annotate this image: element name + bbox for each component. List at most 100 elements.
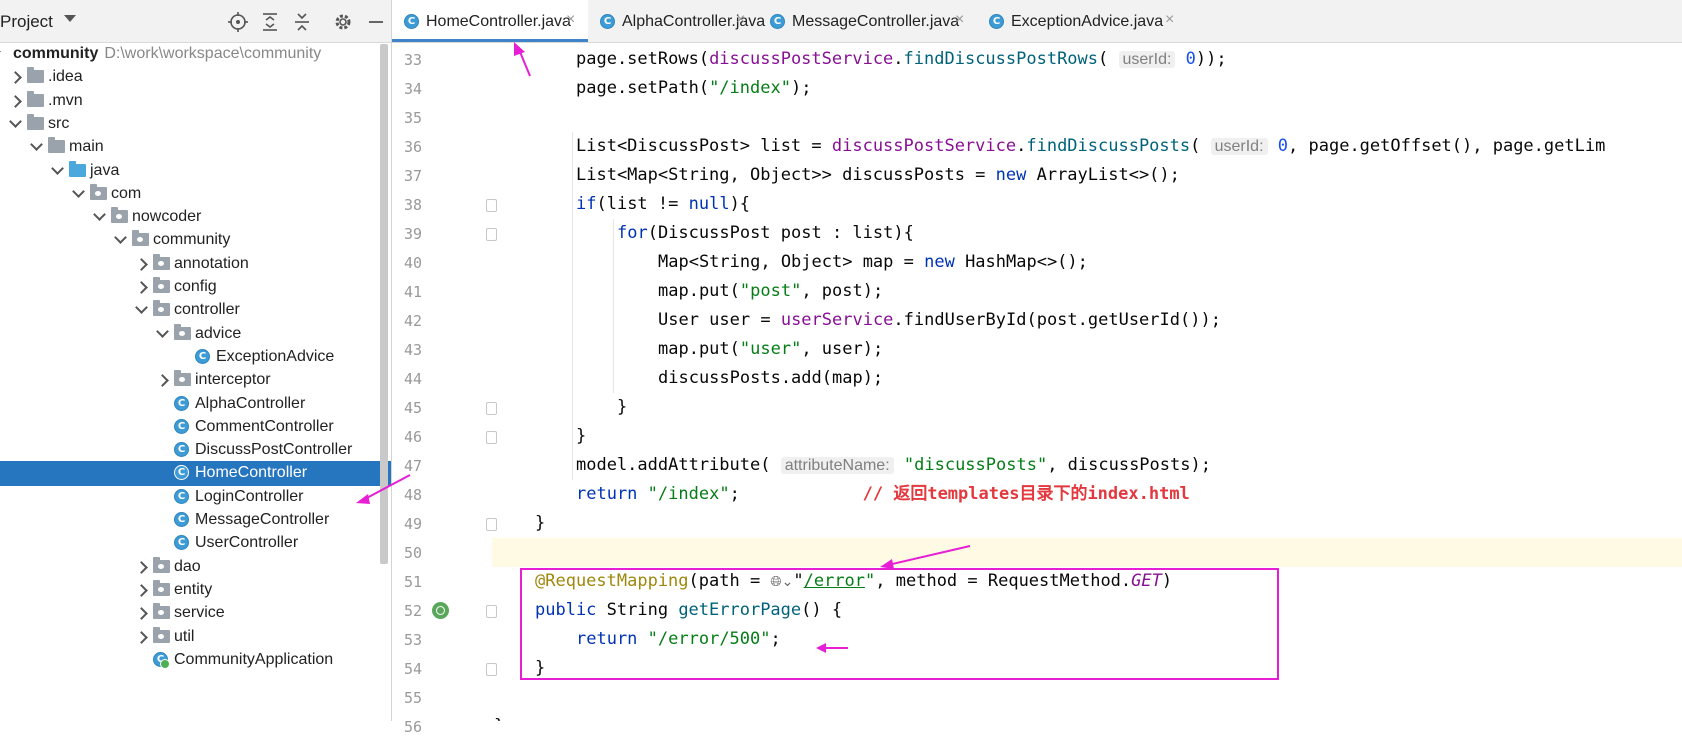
code-line[interactable]: User user = userService.findUserById(pos… <box>492 306 1682 335</box>
tree-item-path: D:\work\workspace\community <box>104 45 322 62</box>
close-icon[interactable]: × <box>1165 11 1174 29</box>
chevron-right-icon[interactable] <box>135 584 148 597</box>
gear-icon[interactable] <box>332 11 354 33</box>
tree-item[interactable]: C LoginController <box>0 485 391 510</box>
tree-item[interactable]: main <box>0 135 391 160</box>
code-line[interactable]: List<Map<String, Object>> discussPosts =… <box>492 161 1682 190</box>
tree-item[interactable]: C CommunityApplication <box>0 648 391 673</box>
tree-item[interactable]: src <box>0 112 391 137</box>
class-icon: C <box>600 14 615 29</box>
code-line[interactable]: for(DiscussPost post : list){ <box>492 219 1682 248</box>
code-line[interactable]: page.setRows(discussPostService.findDisc… <box>492 45 1682 74</box>
chevron-right-icon[interactable] <box>135 560 148 574</box>
tree-item[interactable]: service <box>0 601 391 626</box>
code-line[interactable]: if(list != null){ <box>492 190 1682 219</box>
chevron-down-icon[interactable] <box>135 301 148 315</box>
code-line[interactable]: } <box>492 422 1682 451</box>
code-line[interactable]: } <box>492 393 1682 422</box>
tree-item[interactable]: C ExceptionAdvice <box>0 345 391 370</box>
chevron-down-icon[interactable] <box>156 324 169 338</box>
code-line[interactable] <box>492 538 1682 567</box>
web-endpoint-icon[interactable] <box>432 602 449 619</box>
tree-item[interactable]: annotation <box>0 252 391 277</box>
tree-item-name: main <box>69 138 104 156</box>
editor-tab[interactable]: C MessageController.java × <box>758 0 977 42</box>
chevron-down-icon[interactable] <box>30 138 43 152</box>
tree-item[interactable]: community D:\work\workspace\community <box>0 42 391 67</box>
editor-gutter: 33 34 35 36 37 38 39 40 41 42 43 44 45 46 47 48 49 50 51 52… <box>392 43 497 736</box>
code-line[interactable]: map.put("post", post); <box>492 277 1682 306</box>
tree-item[interactable]: entity <box>0 578 391 603</box>
package-icon <box>111 207 128 224</box>
chevron-right-icon[interactable] <box>156 374 169 388</box>
code-line[interactable]: Map<String, Object> map = new HashMap<>(… <box>492 248 1682 277</box>
hide-icon[interactable] <box>365 11 387 33</box>
code-line[interactable]: discussPosts.add(map); <box>492 364 1682 393</box>
class-icon: C <box>174 442 189 458</box>
tree-item[interactable]: C UserController <box>0 531 391 556</box>
class-icon: C <box>174 418 189 434</box>
code-token: "post" <box>739 281 802 301</box>
expand-all-icon[interactable] <box>259 11 281 33</box>
tree-item-label: community <box>153 231 230 249</box>
editor-tab[interactable]: C HomeController.java × <box>392 0 588 42</box>
close-icon[interactable]: × <box>736 11 745 29</box>
chevron-right-icon[interactable] <box>135 607 148 621</box>
code-line[interactable]: List<DiscussPost> list = discussPostServ… <box>492 132 1682 161</box>
tree-item-label: UserController <box>195 534 298 552</box>
package-icon <box>153 603 170 620</box>
tree-item-name: DiscussPostController <box>195 441 353 459</box>
chevron-down-icon[interactable] <box>51 161 64 175</box>
tree-item[interactable]: com <box>0 182 391 207</box>
project-tree-scrollbar[interactable] <box>380 44 388 564</box>
code-token: HashMap<>(); <box>954 252 1088 272</box>
chevron-right-icon[interactable] <box>9 94 22 108</box>
code-line[interactable]: model.addAttribute( attributeName: "disc… <box>492 451 1682 480</box>
code-line[interactable]: map.put("user", user); <box>492 335 1682 364</box>
chevron-down-icon[interactable] <box>72 184 85 198</box>
tree-item[interactable]: C MessageController <box>0 508 391 533</box>
chevron-down-icon[interactable] <box>64 15 76 22</box>
tree-item[interactable]: C HomeController <box>0 461 391 487</box>
code-line[interactable]: } <box>492 509 1682 538</box>
package-icon <box>90 183 107 200</box>
collapse-all-icon[interactable] <box>291 11 313 33</box>
code-line[interactable]: } <box>492 712 1682 721</box>
line-number: 46 <box>403 428 422 446</box>
line-number: 42 <box>403 312 422 330</box>
locate-icon[interactable] <box>227 11 249 33</box>
chevron-right-icon[interactable] <box>135 257 148 271</box>
tree-item[interactable]: .mvn <box>0 89 391 114</box>
chevron-down-icon[interactable] <box>114 231 127 245</box>
tree-item[interactable]: config <box>0 275 391 300</box>
tree-item[interactable]: dao <box>0 555 391 580</box>
code-line[interactable]: page.setPath("/index"); <box>492 74 1682 103</box>
chevron-down-icon[interactable] <box>0 45 1 58</box>
chevron-right-icon[interactable] <box>135 281 148 294</box>
tree-item[interactable]: .idea <box>0 65 391 90</box>
tree-item[interactable]: controller <box>0 298 391 323</box>
tree-item[interactable]: community <box>0 228 391 253</box>
tree-item[interactable]: java <box>0 159 391 184</box>
chevron-down-icon[interactable] <box>93 208 106 221</box>
tree-item[interactable]: interceptor <box>0 368 391 393</box>
line-number: 35 <box>403 109 422 127</box>
chevron-right-icon[interactable] <box>9 71 22 85</box>
tree-item[interactable]: C AlphaController <box>0 392 391 417</box>
chevron-down-icon[interactable] <box>9 115 22 128</box>
tree-item[interactable]: util <box>0 625 391 650</box>
tree-item[interactable]: nowcoder <box>0 205 391 230</box>
code-line[interactable]: return "/index"; // 返回templates目录下的index… <box>492 480 1682 509</box>
chevron-right-icon[interactable] <box>135 630 148 644</box>
tree-item[interactable]: C DiscussPostController <box>0 438 391 463</box>
close-icon[interactable]: × <box>566 11 575 29</box>
tree-item[interactable]: advice <box>0 322 391 347</box>
editor-tab[interactable]: C ExceptionAdvice.java × <box>977 0 1187 42</box>
editor-tab[interactable]: C AlphaController.java × <box>588 0 765 42</box>
code-line[interactable] <box>492 103 1682 132</box>
class-icon: C <box>174 512 189 527</box>
tree-item[interactable]: C CommentController <box>0 415 391 440</box>
project-view-selector[interactable]: Project <box>0 12 53 32</box>
close-icon[interactable]: × <box>955 11 964 29</box>
code-line[interactable] <box>492 683 1682 712</box>
